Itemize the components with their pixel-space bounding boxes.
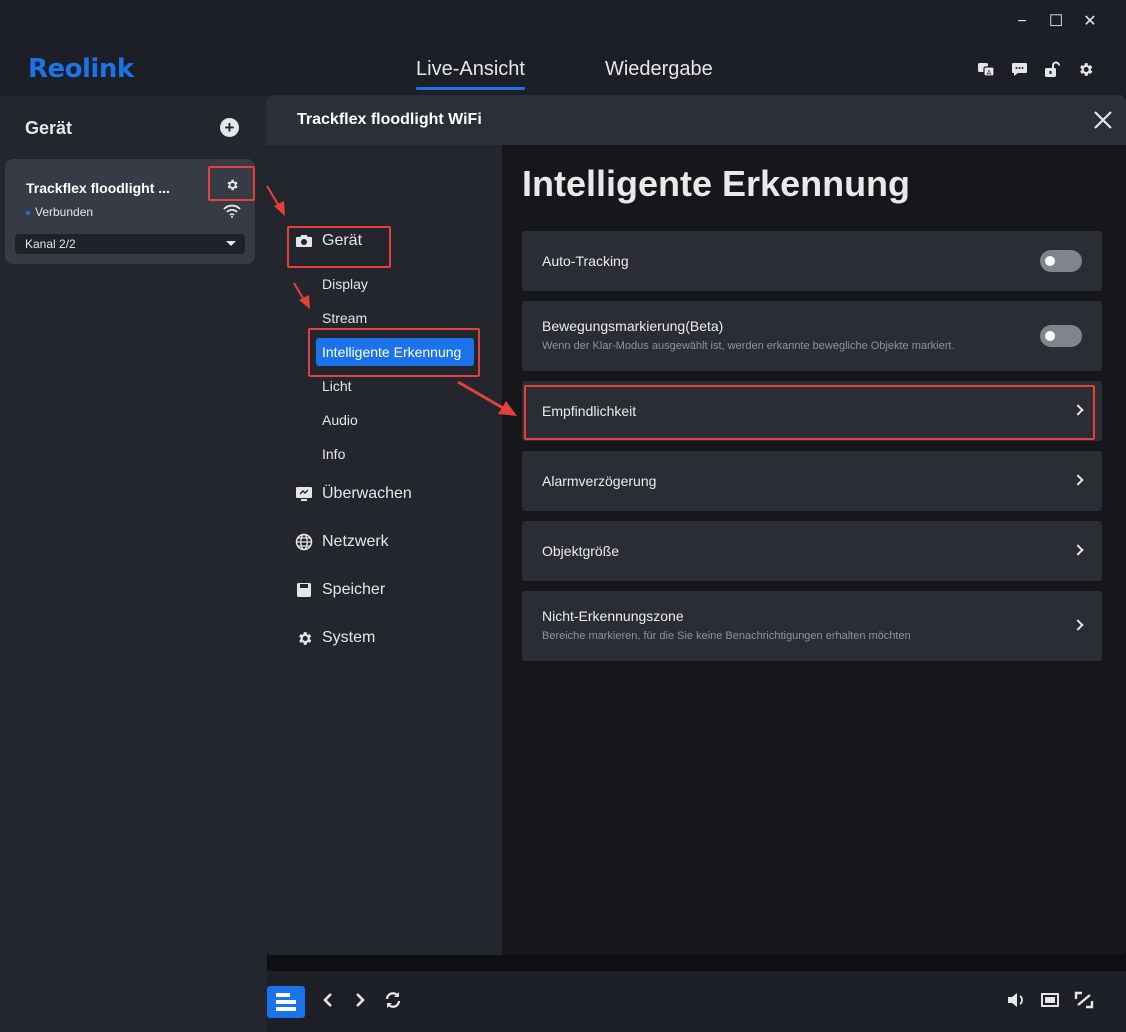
save-icon bbox=[295, 581, 313, 599]
device-status-text: Verbunden bbox=[35, 205, 94, 219]
globe-icon bbox=[295, 533, 313, 551]
camera-icon bbox=[295, 232, 313, 250]
setting-label: Bewegungsmarkierung(Beta) bbox=[542, 318, 724, 334]
setting-description: Bereiche markieren, für die Sie keine Be… bbox=[542, 630, 911, 642]
setting-row-sensitivity[interactable]: Empfindlichkeit bbox=[522, 381, 1102, 441]
chevron-down-icon bbox=[226, 241, 236, 246]
previous-icon[interactable] bbox=[319, 991, 337, 1014]
minimize-button[interactable]: − bbox=[1014, 12, 1030, 32]
nav-group-monitor[interactable]: Überwachen bbox=[295, 485, 412, 503]
reolink-logo: Reolink bbox=[28, 54, 134, 84]
next-icon[interactable] bbox=[351, 991, 369, 1014]
chevron-right-icon bbox=[1072, 404, 1084, 416]
settings-content: Intelligente Erkennung Auto-Tracking Bew… bbox=[502, 145, 1126, 955]
top-right-icons: A bbox=[977, 60, 1094, 78]
gear-icon[interactable] bbox=[1076, 60, 1094, 78]
message-icon[interactable] bbox=[1010, 60, 1028, 78]
nav-item-light[interactable]: Licht bbox=[316, 372, 474, 400]
fullscreen-icon[interactable] bbox=[1074, 991, 1094, 1014]
setting-label: Alarmverzögerung bbox=[542, 473, 657, 489]
auto-tracking-toggle[interactable] bbox=[1040, 250, 1082, 272]
setting-label: Nicht-Erkennungszone bbox=[542, 608, 684, 624]
device-card[interactable]: Trackflex floodlight ... Verbunden Kanal… bbox=[5, 159, 255, 264]
unlock-icon[interactable] bbox=[1043, 60, 1061, 78]
nav-item-display[interactable]: Display bbox=[316, 270, 474, 298]
settings-nav: Gerät Display Stream Intelligente Erkenn… bbox=[266, 145, 502, 955]
close-icon[interactable] bbox=[1092, 109, 1114, 131]
nav-item-audio[interactable]: Audio bbox=[316, 406, 474, 434]
setting-row-motion-marking: Bewegungsmarkierung(Beta) Wenn der Klar-… bbox=[522, 301, 1102, 371]
tab-playback[interactable]: Wiedergabe bbox=[605, 58, 713, 89]
motion-marking-toggle[interactable] bbox=[1040, 325, 1082, 347]
settings-dialog: Trackflex floodlight WiFi Gerät Display … bbox=[266, 95, 1126, 955]
dialog-header: Trackflex floodlight WiFi bbox=[266, 95, 1126, 145]
device-status: Verbunden bbox=[26, 205, 93, 219]
nav-group-label: Gerät bbox=[322, 232, 363, 249]
dialog-title: Trackflex floodlight WiFi bbox=[297, 111, 482, 128]
nav-group-label: Überwachen bbox=[322, 485, 412, 502]
channel-select[interactable]: Kanal 2/2 bbox=[15, 234, 245, 254]
close-window-button[interactable]: ✕ bbox=[1082, 12, 1098, 32]
device-name: Trackflex floodlight ... bbox=[26, 180, 170, 196]
layout-icon[interactable] bbox=[267, 986, 305, 1018]
wifi-icon bbox=[222, 204, 242, 223]
aspect-ratio-icon[interactable] bbox=[1040, 991, 1060, 1014]
nav-group-network[interactable]: Netzwerk bbox=[295, 533, 389, 551]
reolink-app: − ☐ ✕ Reolink Live-Ansicht Wiedergabe A … bbox=[0, 0, 1126, 1032]
nav-group-device[interactable]: Gerät bbox=[295, 232, 362, 250]
setting-label: Auto-Tracking bbox=[542, 253, 629, 269]
refresh-icon[interactable] bbox=[383, 991, 403, 1014]
bottom-toolbar bbox=[267, 971, 1126, 1032]
bottom-left-controls bbox=[267, 986, 403, 1018]
setting-row-non-detection-zone[interactable]: Nicht-Erkennungszone Bereiche markieren,… bbox=[522, 591, 1102, 661]
nav-group-system[interactable]: System bbox=[295, 629, 375, 647]
status-dot bbox=[26, 210, 30, 215]
nav-group-label: System bbox=[322, 629, 376, 646]
sidebar-title: Gerät bbox=[25, 118, 73, 138]
setting-row-auto-tracking: Auto-Tracking bbox=[522, 231, 1102, 291]
nav-item-smart-detection[interactable]: Intelligente Erkennung bbox=[316, 338, 474, 366]
setting-row-alarm-delay[interactable]: Alarmverzögerung bbox=[522, 451, 1102, 511]
setting-row-object-size[interactable]: Objektgröße bbox=[522, 521, 1102, 581]
bottom-right-controls bbox=[1006, 991, 1094, 1014]
add-device-button[interactable]: + bbox=[220, 118, 239, 137]
channel-value: Kanal 2/2 bbox=[25, 237, 76, 251]
maximize-button[interactable]: ☐ bbox=[1048, 12, 1064, 32]
page-title: Intelligente Erkennung bbox=[522, 163, 911, 204]
setting-label: Empfindlichkeit bbox=[542, 403, 637, 419]
nav-item-info[interactable]: Info bbox=[316, 440, 474, 468]
setting-description: Wenn der Klar-Modus ausgewählt ist, werd… bbox=[542, 340, 955, 352]
chevron-right-icon bbox=[1072, 474, 1084, 486]
svg-text:A: A bbox=[987, 69, 992, 77]
device-sidebar: Gerät + Trackflex floodlight ... Verbund… bbox=[0, 96, 267, 1032]
device-settings-icon[interactable] bbox=[225, 178, 239, 197]
monitor-icon bbox=[295, 485, 313, 503]
chevron-right-icon bbox=[1072, 619, 1084, 631]
volume-icon[interactable] bbox=[1006, 991, 1026, 1014]
title-bar: − ☐ ✕ Reolink Live-Ansicht Wiedergabe A bbox=[0, 0, 1126, 96]
nav-group-storage[interactable]: Speicher bbox=[295, 581, 385, 599]
gear-icon bbox=[295, 629, 313, 647]
setting-label: Objektgröße bbox=[542, 543, 620, 559]
chevron-right-icon bbox=[1072, 544, 1084, 556]
main-tabs: Live-Ansicht Wiedergabe bbox=[416, 58, 713, 90]
tab-live-view[interactable]: Live-Ansicht bbox=[416, 58, 525, 90]
window-controls: − ☐ ✕ bbox=[1014, 12, 1098, 32]
nav-group-label: Speicher bbox=[322, 581, 386, 598]
nav-group-label: Netzwerk bbox=[322, 533, 389, 550]
nav-item-stream[interactable]: Stream bbox=[316, 304, 474, 332]
translate-icon[interactable]: A bbox=[977, 60, 995, 78]
